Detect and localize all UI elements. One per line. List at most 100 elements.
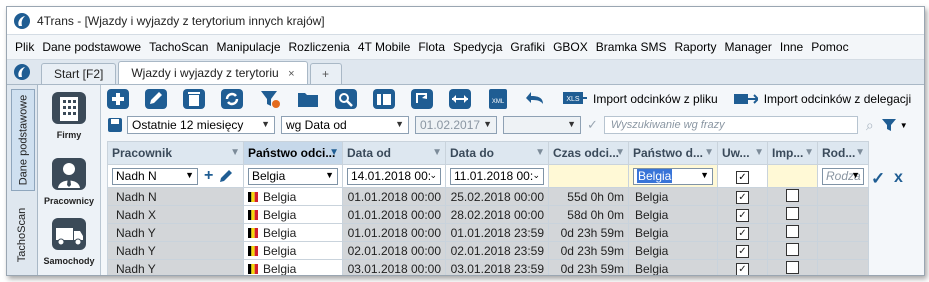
- imported-checkbox[interactable]: [786, 260, 799, 274]
- new-tab-button[interactable]: +: [309, 63, 342, 84]
- menu-item-2[interactable]: TachoScan: [145, 40, 212, 54]
- menu-item-9[interactable]: GBOX: [549, 40, 592, 54]
- filter-clear-button[interactable]: [259, 88, 281, 110]
- menu-item-14[interactable]: Pomoc: [807, 40, 852, 54]
- column-header-type[interactable]: Rod... ▼: [817, 141, 869, 165]
- table-row[interactable]: Nadh Y Belgia 01.01.2018 00:00 01.01.2018 2…: [107, 223, 869, 242]
- launcher-employees[interactable]: Pracownicy: [40, 157, 98, 206]
- cell-imported: [767, 223, 818, 242]
- imported-checkbox[interactable]: [786, 224, 799, 238]
- cell-imported: [767, 205, 818, 224]
- import-delegation-icon[interactable]: [733, 88, 758, 110]
- import-excel-icon[interactable]: XLS: [563, 88, 587, 110]
- cell-country: Belgia: [243, 259, 343, 275]
- menu-item-11[interactable]: Raporty: [670, 40, 720, 54]
- columns-button[interactable]: [373, 88, 395, 110]
- column-header-included[interactable]: Uw... ▼: [717, 141, 768, 165]
- table-row[interactable]: Nadh N Belgia 01.01.2018 00:00 25.02.2018 0…: [107, 187, 869, 206]
- imported-checkbox[interactable]: [786, 206, 799, 220]
- accept-button[interactable]: ✓: [871, 169, 885, 189]
- date-from-input[interactable]: 14.01.2018 00: ⌄: [347, 167, 441, 185]
- type-select[interactable]: Rodza ▼: [822, 167, 864, 185]
- menu-item-0[interactable]: Plik: [11, 40, 38, 54]
- tab-entries-exits[interactable]: Wjazdy i wyjazdy z terytoriu ×: [118, 61, 308, 84]
- period-select[interactable]: Ostatnie 12 miesięcy ▼: [127, 116, 275, 134]
- resize-icon: [449, 89, 471, 109]
- delete-button[interactable]: [183, 88, 205, 110]
- menu-item-4[interactable]: Rozliczenia: [285, 40, 354, 54]
- pencil-icon[interactable]: [219, 169, 233, 183]
- close-icon[interactable]: ×: [288, 68, 294, 80]
- country-to-select[interactable]: Belgia ▼: [633, 167, 713, 185]
- employee-select[interactable]: Nadh N ▼: [112, 167, 198, 185]
- search-input[interactable]: Wyszukiwanie wg frazy: [603, 116, 858, 134]
- import-from-file-button[interactable]: Import odcinków z pliku: [593, 92, 718, 106]
- tab-start[interactable]: Start [F2]: [41, 63, 117, 84]
- included-checkbox[interactable]: ✓: [736, 245, 749, 258]
- date-type-select[interactable]: wg Data od ▼: [281, 116, 409, 134]
- chevron-down-icon: ▼: [700, 169, 709, 180]
- column-header-duration[interactable]: Czas odci... ▼: [548, 141, 629, 165]
- menu-item-3[interactable]: Manipulacje: [212, 40, 284, 54]
- check-icon[interactable]: ✓: [587, 117, 598, 133]
- launcher-companies[interactable]: Firmy: [40, 91, 98, 140]
- export-button[interactable]: [411, 88, 433, 110]
- sidebar-group-tachoscan[interactable]: TachoScan: [11, 197, 33, 273]
- cell-country-to: Belgia: [628, 241, 718, 260]
- launcher-vehicles[interactable]: Samochody: [40, 217, 98, 266]
- menu-item-7[interactable]: Spedycja: [449, 40, 506, 54]
- menu-item-5[interactable]: 4T Mobile: [354, 40, 414, 54]
- table-row[interactable]: Nadh Y Belgia 02.01.2018 00:00 02.01.2018 2…: [107, 241, 869, 260]
- column-header-imported[interactable]: Imp... ▼: [767, 141, 818, 165]
- menu-item-6[interactable]: Flota: [414, 40, 449, 54]
- search-placeholder: Wyszukiwanie wg frazy: [610, 119, 725, 131]
- xml-button[interactable]: XML: [487, 88, 509, 110]
- column-header-country-from[interactable]: Państwo odci... ▼: [243, 141, 343, 165]
- imported-checkbox[interactable]: [786, 242, 799, 256]
- folder-button[interactable]: [297, 88, 319, 110]
- xls-icon: XLS: [563, 92, 587, 104]
- included-checkbox[interactable]: ✓: [736, 209, 749, 222]
- search-button[interactable]: [335, 88, 357, 110]
- back-button[interactable]: [525, 88, 547, 110]
- magnifier-icon[interactable]: ⌕: [866, 117, 874, 134]
- width-button[interactable]: [449, 88, 471, 110]
- refresh-button[interactable]: [221, 88, 243, 110]
- menu-item-10[interactable]: Bramka SMS: [592, 40, 671, 54]
- cell-country-to: Belgia: [628, 259, 718, 275]
- included-checkbox[interactable]: ✓: [736, 227, 749, 240]
- add-button[interactable]: [107, 88, 129, 110]
- included-checkbox[interactable]: ✓: [736, 191, 749, 204]
- column-header-date-from[interactable]: Data od ▼: [342, 141, 446, 165]
- import-from-delegation-button[interactable]: Import odcinków z delegacji: [764, 92, 911, 106]
- menu-item-1[interactable]: Dane podstawowe: [38, 40, 145, 54]
- menu-item-8[interactable]: Grafiki: [506, 40, 549, 54]
- column-header-country-to[interactable]: Państwo d... ▼: [628, 141, 718, 165]
- column-header-date-to[interactable]: Data do ▼: [445, 141, 549, 165]
- included-checkbox[interactable]: ✓: [736, 263, 749, 275]
- date-field[interactable]: 01.02.2017 ▼: [415, 116, 497, 134]
- country-select[interactable]: Belgia ▼: [248, 167, 338, 185]
- save-icon[interactable]: [107, 117, 123, 133]
- edit-button[interactable]: [145, 88, 167, 110]
- included-checkbox[interactable]: ✓: [736, 170, 749, 184]
- app-logo-icon[interactable]: [13, 63, 31, 81]
- cell-included: ✓: [717, 259, 768, 275]
- table-row[interactable]: Nadh X Belgia 01.01.2018 00:00 28.02.2018 0…: [107, 205, 869, 224]
- sidebar-group-basic-data[interactable]: Dane podstawowe: [11, 89, 35, 191]
- pencil-icon: [145, 89, 167, 109]
- menu-item-12[interactable]: Manager: [720, 40, 775, 54]
- menu-item-13[interactable]: Inne: [776, 40, 807, 54]
- extra-select[interactable]: ▼: [503, 116, 581, 134]
- column-header-employee[interactable]: Pracownik ▼: [107, 141, 244, 165]
- date-to-input[interactable]: 11.01.2018 00: ⌄: [450, 167, 544, 185]
- cancel-button[interactable]: x: [894, 169, 903, 187]
- edit-cell-date-to: 11.01.2018 00: ⌄: [445, 164, 549, 188]
- cell-date-to: 02.01.2018 23:59: [445, 241, 549, 260]
- funnel-icon[interactable]: [881, 119, 896, 131]
- add-employee-icon[interactable]: +: [204, 167, 213, 185]
- table-row[interactable]: Nadh Y Belgia 03.01.2018 00:00 03.01.2018 2…: [107, 259, 869, 275]
- cell-type: [817, 187, 869, 206]
- chevron-down-icon[interactable]: ▼: [900, 121, 908, 130]
- imported-checkbox[interactable]: [786, 188, 799, 202]
